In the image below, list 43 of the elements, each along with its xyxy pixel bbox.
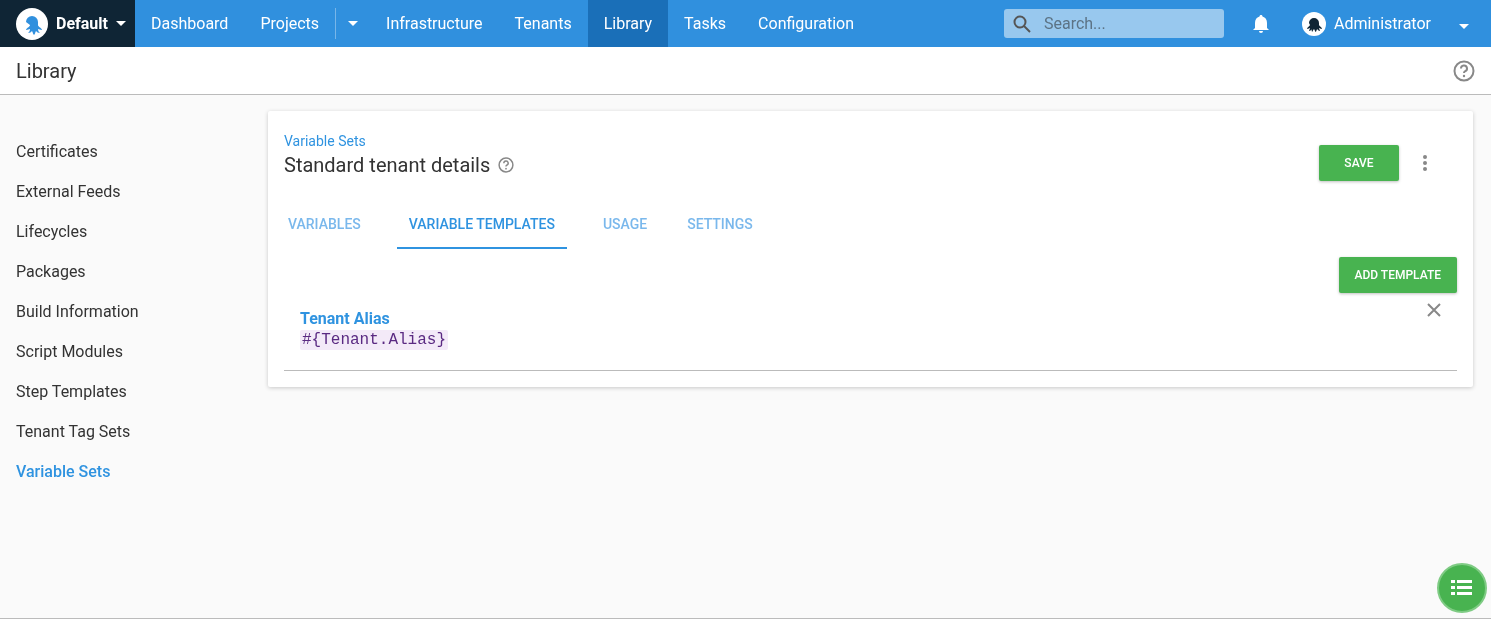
- notification-bell-icon[interactable]: [1251, 13, 1270, 34]
- sidebar-item[interactable]: Certificates: [0, 131, 114, 171]
- numbered-list-icon: [1451, 578, 1473, 598]
- nav-item[interactable]: Configuration: [742, 0, 871, 47]
- page-title: Library: [16, 58, 77, 83]
- more-options-icon[interactable]: [1423, 155, 1427, 171]
- sidebar-item[interactable]: External Feeds: [0, 171, 137, 211]
- template-expression: #{Tenant.Alias}: [300, 330, 449, 350]
- user-menu[interactable]: Administrator: [1301, 0, 1491, 47]
- nav-item[interactable]: Dashboard: [135, 0, 245, 47]
- numbered-list-button[interactable]: [1437, 563, 1487, 613]
- help-icon[interactable]: [1453, 59, 1475, 82]
- user-avatar-icon: [1301, 11, 1326, 36]
- add-template-button[interactable]: ADD TEMPLATE: [1338, 257, 1457, 293]
- sidebar-item[interactable]: Script Modules: [0, 331, 139, 371]
- sidebar-item[interactable]: Tenant Tag Sets: [0, 411, 147, 451]
- tab[interactable]: VARIABLE TEMPLATES: [396, 201, 567, 249]
- help-icon[interactable]: [498, 157, 515, 173]
- card-title: Standard tenant details: [284, 153, 491, 177]
- save-button[interactable]: SAVE: [1319, 145, 1399, 181]
- caret-icon: [115, 21, 126, 26]
- tab[interactable]: USAGE: [598, 201, 652, 249]
- caret-icon: [348, 21, 359, 26]
- tab[interactable]: SETTINGS: [683, 201, 757, 249]
- sidebar-item[interactable]: Step Templates: [0, 371, 143, 411]
- search-field[interactable]: Search...: [1003, 9, 1224, 38]
- caret-icon: [1459, 24, 1469, 29]
- breadcrumb-link[interactable]: Variable Sets: [284, 133, 366, 149]
- nav-item[interactable]: Infrastructure: [370, 0, 499, 47]
- nav-item[interactable]: Tasks: [668, 0, 743, 47]
- sidebar-item[interactable]: Variable Sets: [0, 451, 127, 491]
- sidebar-item[interactable]: Packages: [0, 251, 102, 291]
- octopus-logo-icon: [16, 7, 48, 40]
- tab[interactable]: VARIABLES: [284, 201, 365, 249]
- space-switcher[interactable]: Default: [0, 0, 135, 47]
- sidebar-item[interactable]: Build Information: [0, 291, 155, 331]
- close-button[interactable]: [1427, 303, 1441, 319]
- nav-item[interactable]: Tenants: [498, 0, 588, 47]
- template-name-link[interactable]: Tenant Alias: [300, 309, 390, 328]
- nav-item[interactable]: Projects: [244, 0, 336, 47]
- sidebar-item[interactable]: Lifecycles: [0, 211, 104, 251]
- nav-item[interactable]: Library: [587, 0, 669, 47]
- close-icon: [1427, 303, 1441, 317]
